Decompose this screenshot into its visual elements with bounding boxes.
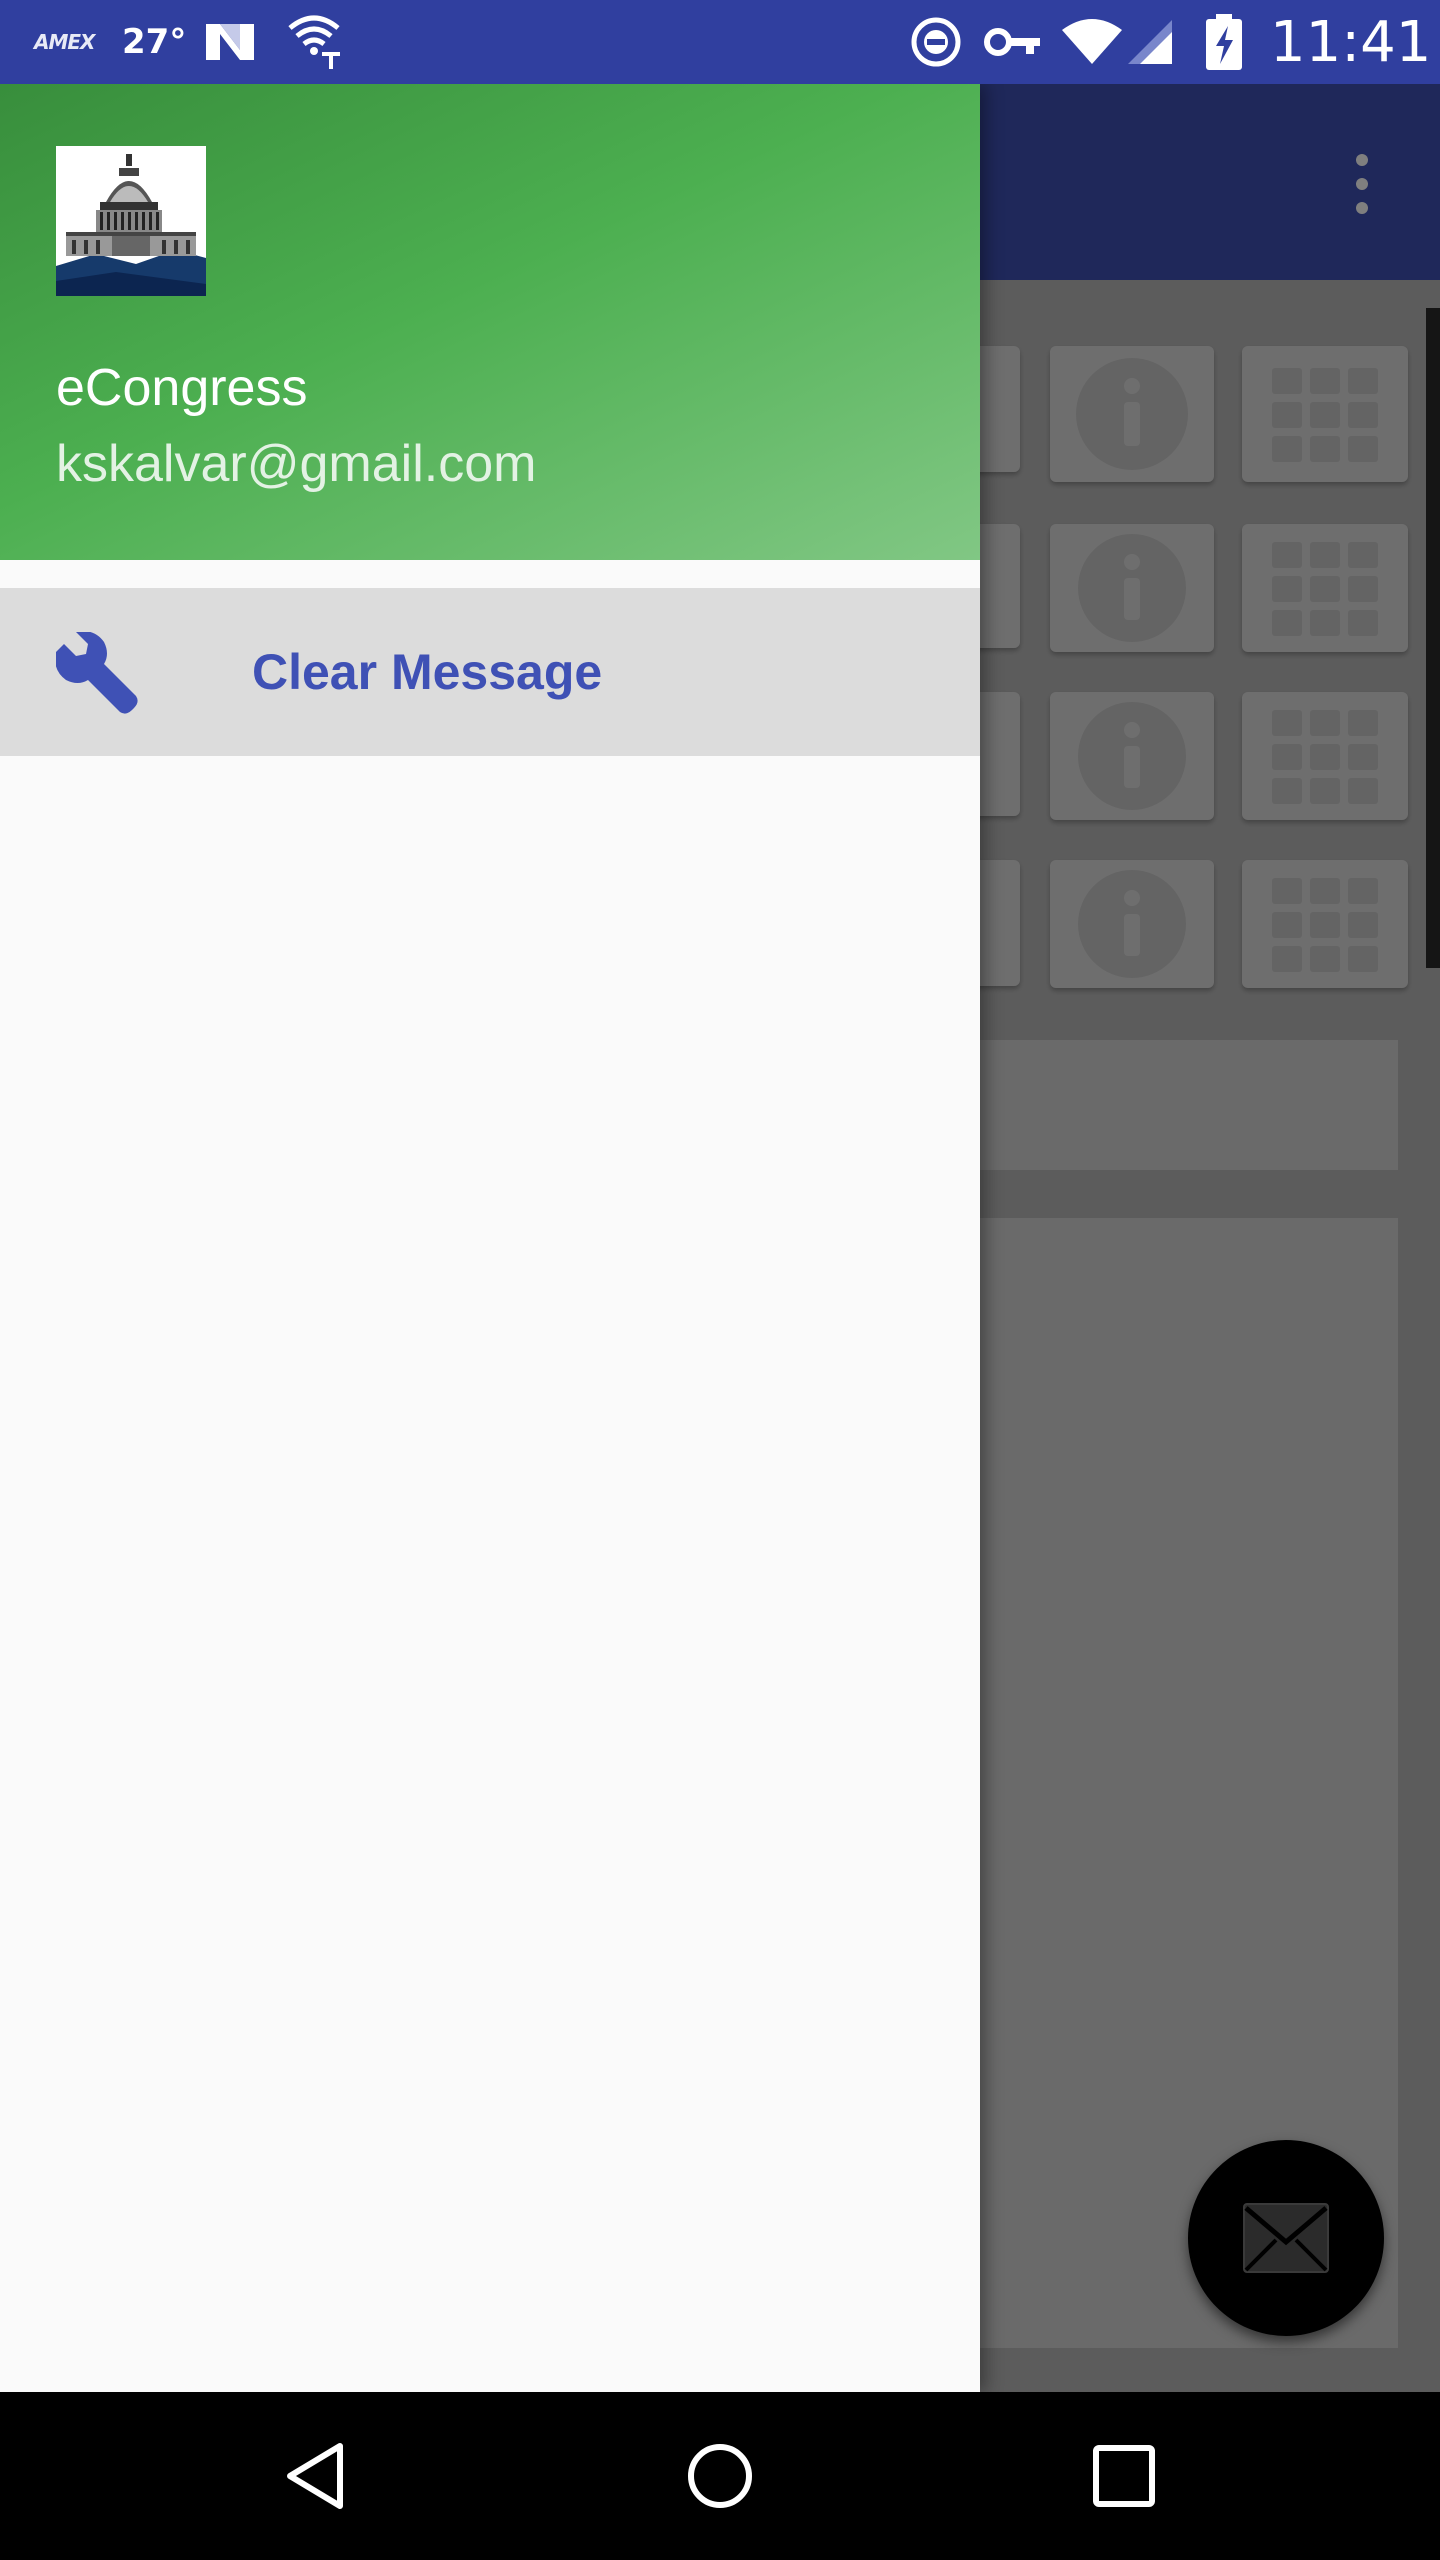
account-email: kskalvar@gmail.com: [56, 435, 537, 493]
cell-signal-icon: [1128, 0, 1172, 84]
wifi-signal-icon: [1062, 0, 1122, 84]
weather-temperature: 27°: [122, 22, 187, 62]
n-logo-icon: [204, 0, 256, 84]
clock: 11:41: [1270, 9, 1432, 75]
wrench-icon: [55, 631, 140, 716]
system-nav-bar: [0, 2392, 1440, 2560]
amex-icon: AMEX: [34, 30, 95, 54]
email-icon: [1243, 2203, 1329, 2273]
do-not-disturb-icon: [910, 0, 962, 84]
status-bar: AMEX 27° 11:41: [0, 0, 1440, 84]
menu-item-clear-message[interactable]: Clear Message: [0, 588, 980, 756]
wifi-tmobile-icon: [286, 0, 344, 84]
back-icon[interactable]: [276, 2436, 356, 2516]
menu-item-label: Clear Message: [252, 644, 603, 700]
send-email-fab[interactable]: [1188, 2140, 1384, 2336]
app-name: eCongress: [56, 359, 308, 417]
recents-icon[interactable]: [1084, 2436, 1164, 2516]
home-icon[interactable]: [680, 2436, 760, 2516]
drawer-header: eCongress kskalvar@gmail.com: [0, 84, 980, 560]
battery-charging-icon: [1204, 0, 1244, 84]
navigation-drawer: eCongress kskalvar@gmail.com Clear Messa…: [0, 84, 980, 2392]
vpn-key-icon: [984, 0, 1042, 84]
capitol-building-icon: [56, 146, 206, 296]
